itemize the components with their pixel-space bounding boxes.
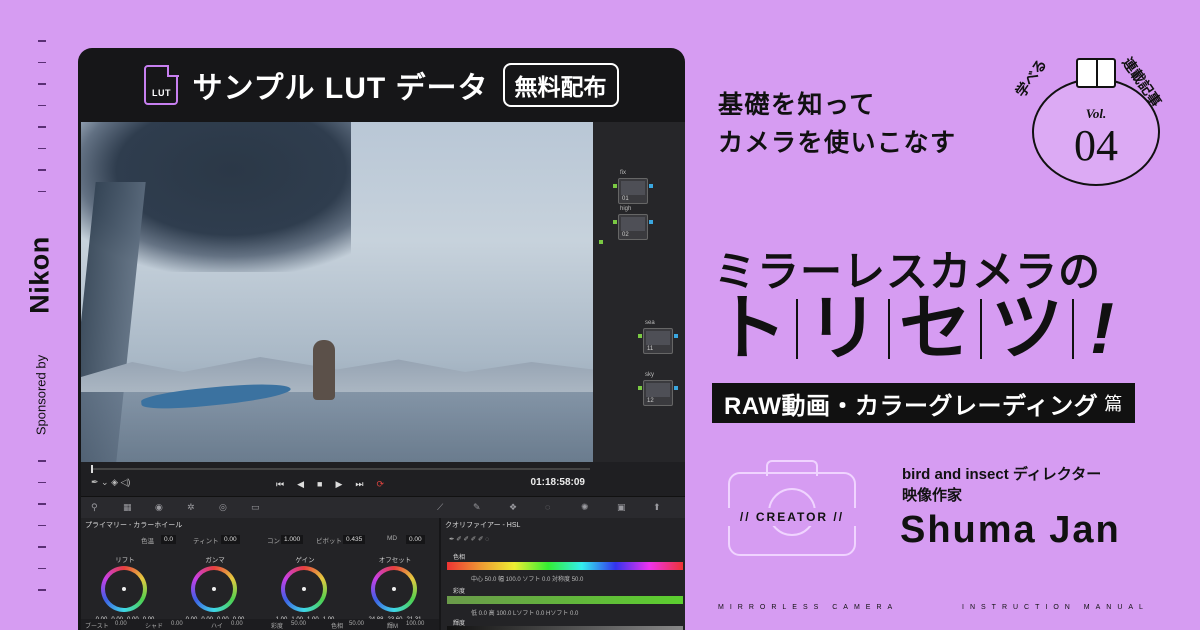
node-high[interactable]: 02 xyxy=(618,214,648,240)
key-icon[interactable]: ▣ xyxy=(617,502,626,513)
sizing-icon[interactable]: ⬆ xyxy=(653,502,661,513)
sponsored-by-label: Sponsored by xyxy=(33,354,49,436)
color-match-icon[interactable]: ▦ xyxy=(123,502,132,513)
luminance-bar[interactable] xyxy=(447,626,683,630)
tracker-icon[interactable]: ◌ xyxy=(545,502,550,512)
edition-banner: RAW動画・カラーグレーディング篇 xyxy=(712,383,1135,423)
primary-bottom-row: ブースト 0.00 シャド 0.00 ハイ 0.00 彩度 50.00 色相 5… xyxy=(81,619,439,630)
wheel-offset[interactable]: オフセット 24.8823.6021.31 xyxy=(351,554,439,628)
creator-label: // CREATOR // xyxy=(718,508,866,526)
saturation-bar[interactable] xyxy=(447,596,683,604)
node-label-fix: fix xyxy=(620,170,626,176)
wheel-lift[interactable]: リフト 0.000.000.000.00 xyxy=(81,554,169,628)
camera-raw-icon[interactable]: ⚲ xyxy=(91,502,98,513)
wheel-gain[interactable]: ゲイン 1.001.001.001.00 xyxy=(261,554,349,628)
eyedropper-icon[interactable]: ✒ ✐ ✐ ✐ ✐ ◌ xyxy=(449,535,489,543)
left-dash-column-bottom xyxy=(38,460,46,620)
step-back-icon[interactable]: ◀ xyxy=(297,479,304,490)
contrast-value[interactable]: 1.000 xyxy=(281,535,304,544)
hue-bar[interactable] xyxy=(447,562,683,570)
play-icon[interactable]: ▶ xyxy=(335,479,342,490)
app-header: LUT サンプル LUT データ 無料配布 xyxy=(78,48,685,122)
node-sea[interactable]: 11 xyxy=(643,328,673,354)
skip-end-icon[interactable]: ⏭ xyxy=(355,479,363,490)
skip-start-icon[interactable]: ⏮ xyxy=(276,479,284,490)
loop-icon[interactable]: ⟳ xyxy=(377,479,385,490)
title-torisetsu: ト リ セ ツ ! xyxy=(714,289,1114,369)
motion-effects-icon[interactable]: ◎ xyxy=(219,502,227,513)
primary-color-wheels-panel: プライマリー - カラーホイール 色温 0.0 ティント 0.00 コン 1.0… xyxy=(81,518,439,630)
mountains xyxy=(81,357,593,392)
book-icon xyxy=(1076,58,1116,88)
temp-value[interactable]: 0.0 xyxy=(161,535,177,544)
creator-name: Shuma Jan xyxy=(900,509,1121,551)
blur-icon[interactable]: ✺ xyxy=(581,502,589,513)
nikon-logo: Nikon xyxy=(24,236,55,314)
video-viewer[interactable] xyxy=(81,122,593,462)
node-label-sea: sea xyxy=(645,320,655,326)
scrub-bar[interactable] xyxy=(91,465,590,473)
wheel-gamma[interactable]: ガンマ 0.000.000.000.00 xyxy=(171,554,259,628)
grading-app-window: LUT サンプル LUT データ 無料配布 fix 01 high 02 sea… xyxy=(78,48,685,630)
hsl-qualifier-panel: クオリファイアー - HSL ✒ ✐ ✐ ✐ ✐ ◌ 色相 中心 50.0 幅 … xyxy=(441,518,685,630)
transport-controls: ⏮ ◀ ■ ▶ ⏭ ⟳ xyxy=(276,479,384,490)
viewer-tools-icon[interactable]: ✒ ⌄ ◈ ◁) xyxy=(91,477,130,488)
timecode: 01:18:58:09 xyxy=(530,477,585,488)
left-dash-column-top xyxy=(38,40,46,220)
grading-toolbar: ⚲ ▦ ◉ ✲ ◎ ▭ ⟋ ✎ ❖ ◌ ✺ ▣ ⬆ xyxy=(81,496,685,518)
volume-number: 04 xyxy=(1074,121,1118,170)
footer-right: INSTRUCTION MANUAL xyxy=(962,604,1149,611)
window-icon[interactable]: ❖ xyxy=(509,502,517,513)
creator-role1: bird and insect ディレクター xyxy=(902,466,1102,483)
tint-value[interactable]: 0.00 xyxy=(221,535,240,544)
transport-bar: ✒ ⌄ ◈ ◁) ⏮ ◀ ■ ▶ ⏭ ⟳ 01:18:58:09 xyxy=(81,462,685,496)
volume-badge: 学べる 連載記事 Vol. 04 xyxy=(1012,54,1165,186)
pivot-value[interactable]: 0.435 xyxy=(343,535,366,544)
rgb-mixer-icon[interactable]: ✲ xyxy=(187,502,195,513)
md-value[interactable]: 0.00 xyxy=(406,535,425,544)
header-title: サンプル LUT データ xyxy=(192,72,489,105)
creator-camera-mark: // CREATOR // xyxy=(718,458,866,558)
hue-label: 色相 xyxy=(453,555,466,561)
node-graph[interactable]: fix 01 high 02 sea 11 sky 12 xyxy=(593,122,685,462)
node-sky[interactable]: 12 xyxy=(643,380,673,406)
node-label-high: high xyxy=(620,206,632,212)
creator-role2: 映像作家 xyxy=(902,487,963,504)
free-badge: 無料配布 xyxy=(502,63,619,107)
stop-icon[interactable]: ■ xyxy=(317,479,322,490)
lut-file-icon: LUT xyxy=(144,64,179,105)
primary-params-row: 色温 0.0 ティント 0.00 コン 1.000 ピボット 0.435 MD … xyxy=(81,533,439,547)
node-fix[interactable]: 01 xyxy=(618,178,648,204)
hdr-icon[interactable]: ▭ xyxy=(251,502,260,513)
hsl-tools-row: ✒ ✐ ✐ ✐ ✐ ◌ xyxy=(441,533,685,547)
hsl-panel-title: クオリファイアー - HSL xyxy=(445,522,521,529)
saturation-label: 彩度 xyxy=(453,589,466,595)
lead-copy: 基礎を知って カメラを使いこなす xyxy=(718,91,957,157)
curves-icon[interactable]: ⟋ xyxy=(437,502,443,513)
footer-left: MIRRORLESS CAMERA xyxy=(718,604,899,611)
primary-panel-title: プライマリー - カラーホイール xyxy=(85,522,183,529)
qualifier-icon[interactable]: ✎ xyxy=(473,502,481,513)
node-label-sky: sky xyxy=(645,372,654,378)
person xyxy=(313,340,335,400)
color-wheels-icon[interactable]: ◉ xyxy=(155,502,163,513)
